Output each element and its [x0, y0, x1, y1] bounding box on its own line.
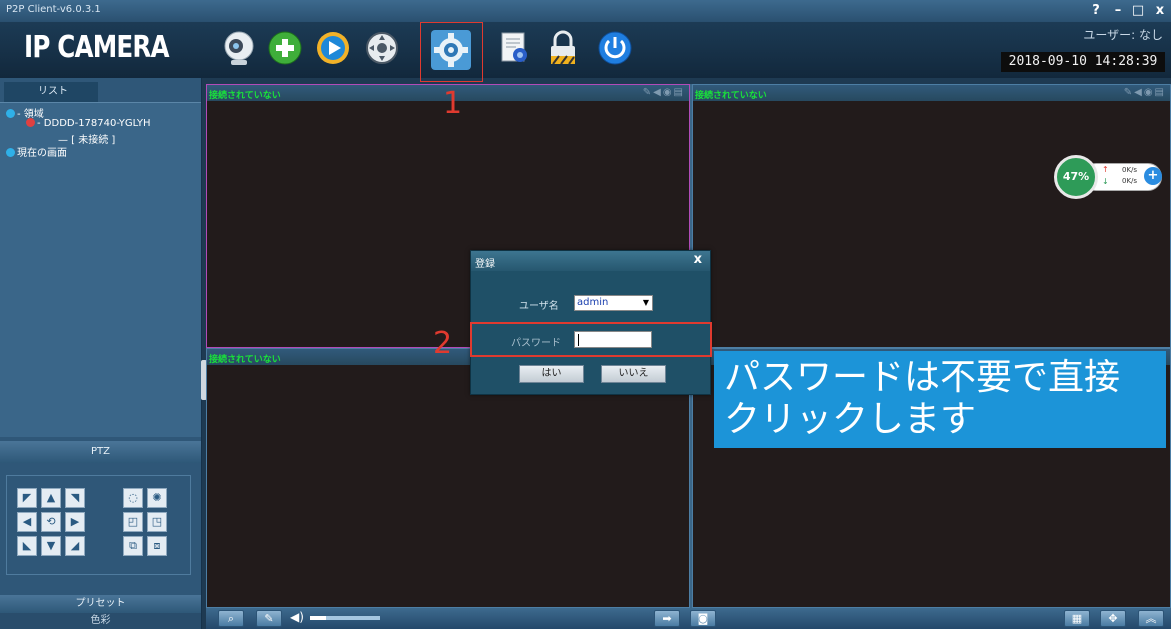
dialog-close-icon[interactable]: x: [694, 252, 702, 267]
app-logo: IP CAMERA: [24, 30, 170, 65]
pane-label: 接続されていない: [695, 91, 767, 101]
ok-button[interactable]: はい: [519, 365, 584, 383]
download-arrow-icon: ↓: [1102, 177, 1109, 186]
device-tree: - 領域 - DDDD-178740-YGLYH — [ 未接続 ] 現在の画面: [0, 102, 201, 437]
cpu-percent: 47%: [1054, 155, 1098, 199]
record-icon[interactable]: ➡: [654, 610, 680, 627]
app-header: IP CAMERA ユーザー: なし 2018-09-10 14:28:39: [0, 22, 1171, 82]
tab-list[interactable]: リスト: [4, 82, 98, 102]
ptz-control-icon[interactable]: [362, 28, 402, 68]
ptz-control-box: ◤ ▲ ◥ ◀ ⟲ ▶ ◣ ▼ ◢ ◌ ✺ ◰ ◳ ⧉ ⧈: [6, 475, 191, 575]
camera-icon[interactable]: [219, 28, 259, 68]
maximize-button[interactable]: □: [1128, 2, 1148, 20]
close-button[interactable]: x: [1150, 2, 1170, 20]
network-speed-widget: 47% ↑ ↓ 0K/s 0K/s +: [1054, 155, 1164, 199]
step-marker-1: 1: [443, 86, 463, 121]
minimize-button[interactable]: –: [1108, 2, 1128, 20]
video-pane-2[interactable]: 接続されていない ✎◀◉▤: [692, 84, 1171, 348]
upload-arrow-icon: ↑: [1102, 165, 1109, 174]
grid-layout-icon[interactable]: ▦: [1064, 610, 1090, 627]
settings-highlight-box: [420, 22, 483, 82]
playback-icon[interactable]: [313, 28, 353, 68]
focus-near-icon[interactable]: ◰: [123, 512, 143, 532]
tree-current-view[interactable]: 現在の画面: [6, 144, 67, 159]
ptz-down-right-icon[interactable]: ◢: [65, 536, 85, 556]
power-icon[interactable]: [595, 28, 635, 68]
speed-expand-icon[interactable]: +: [1144, 167, 1162, 185]
step-marker-2: 2: [433, 326, 453, 361]
ptz-down-left-icon[interactable]: ◣: [17, 536, 37, 556]
cancel-button[interactable]: いいえ: [601, 365, 666, 383]
annotation-line-1: パスワードは不要で直接: [724, 357, 1121, 398]
help-button[interactable]: ?: [1086, 2, 1106, 20]
zoom-out-icon[interactable]: ◌: [123, 488, 143, 508]
device-offline-icon: [26, 118, 35, 127]
current-user-label: ユーザー: なし: [1083, 28, 1163, 42]
color-header[interactable]: 色彩: [0, 613, 201, 629]
pane-label: 接続されていない: [209, 91, 281, 101]
pane-label: 接続されていない: [209, 355, 281, 365]
focus-far-icon[interactable]: ◳: [147, 512, 167, 532]
download-speed: 0K/s: [1122, 177, 1138, 185]
tree-device[interactable]: - DDDD-178740-YGLYH: [26, 118, 151, 129]
add-device-icon[interactable]: [265, 28, 305, 68]
upload-speed: 0K/s: [1122, 166, 1138, 174]
iris-open-icon[interactable]: ⧈: [147, 536, 167, 556]
ptz-up-icon[interactable]: ▲: [41, 488, 61, 508]
username-label: ユーザ名: [519, 301, 559, 312]
search-icon[interactable]: ⌕: [218, 610, 244, 627]
password-highlight-box: [470, 322, 712, 357]
view-icon: [6, 148, 15, 157]
log-icon[interactable]: [494, 28, 534, 68]
ptz-down-icon[interactable]: ▼: [41, 536, 61, 556]
ptz-up-left-icon[interactable]: ◤: [17, 488, 37, 508]
speaker-icon[interactable]: ◀): [290, 610, 304, 624]
ptz-area: ◤ ▲ ◥ ◀ ⟲ ▶ ◣ ▼ ◢ ◌ ✺ ◰ ◳ ⧉ ⧈: [0, 463, 201, 593]
microphone-icon[interactable]: ✎: [256, 610, 282, 627]
volume-level: [310, 616, 326, 620]
ptz-up-right-icon[interactable]: ◥: [65, 488, 85, 508]
title-bar: P2P Client-v6.0.3.1 ? – □ x: [0, 0, 1171, 22]
username-select[interactable]: admin ▼: [574, 295, 653, 311]
pane-tools-icon[interactable]: ✎◀◉▤: [1124, 87, 1166, 98]
dialog-title: 登録: [475, 259, 495, 270]
ptz-center-icon[interactable]: ⟲: [41, 512, 61, 532]
left-panel: リスト - 領域 - DDDD-178740-YGLYH — [ 未接続 ] 現…: [0, 78, 202, 629]
instruction-annotation: パスワードは不要で直接 クリックします: [714, 351, 1166, 448]
bottom-toolbar: ⌕ ✎ ◀) ➡ ◙ ▦ ✥ ︽: [206, 608, 1171, 629]
ptz-right-icon[interactable]: ▶: [65, 512, 85, 532]
datetime-display: 2018-09-10 14:28:39: [1001, 52, 1165, 72]
region-icon: [6, 109, 15, 118]
dialog-header: 登録 x: [471, 251, 710, 271]
lock-icon[interactable]: [543, 28, 583, 68]
dropdown-arrow-icon: ▼: [642, 298, 649, 307]
window-title: P2P Client-v6.0.3.1: [6, 4, 101, 15]
expand-up-icon[interactable]: ︽: [1138, 610, 1164, 627]
iris-close-icon[interactable]: ⧉: [123, 536, 143, 556]
ptz-left-icon[interactable]: ◀: [17, 512, 37, 532]
annotation-line-2: クリックします: [724, 399, 977, 440]
zoom-in-icon[interactable]: ✺: [147, 488, 167, 508]
fullscreen-icon[interactable]: ✥: [1100, 610, 1126, 627]
preset-header[interactable]: プリセット: [0, 595, 201, 613]
snapshot-icon[interactable]: ◙: [690, 610, 716, 627]
ptz-header[interactable]: PTZ: [0, 441, 201, 463]
pane-tools-icon[interactable]: ✎◀◉▤: [643, 87, 685, 98]
